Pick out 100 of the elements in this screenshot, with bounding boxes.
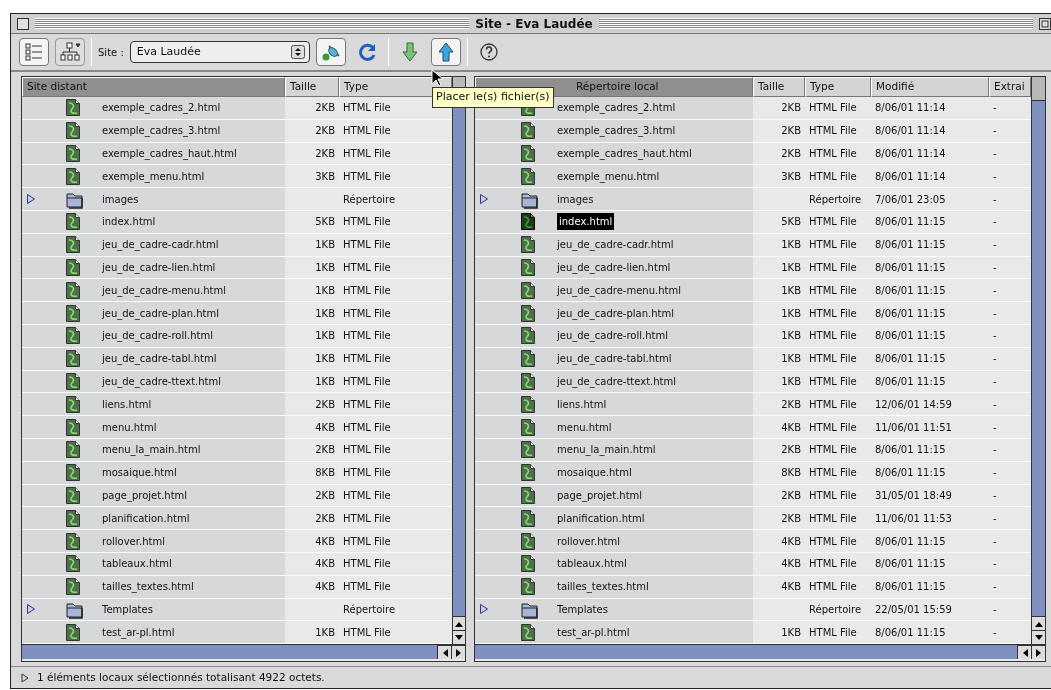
file-size: 1KB xyxy=(781,374,801,389)
file-size: 3KB xyxy=(781,169,801,184)
file-modified: 8/06/01 11:15 xyxy=(875,283,946,298)
file-modified: 8/06/01 11:15 xyxy=(875,374,946,389)
file-size: 2KB xyxy=(781,101,801,116)
file-modified: 8/06/01 11:15 xyxy=(875,352,946,367)
file-extract: - xyxy=(993,602,997,617)
file-extract: - xyxy=(993,443,997,458)
file-type: HTML File xyxy=(343,511,391,526)
file-type: HTML File xyxy=(343,329,391,344)
file-size: 2KB xyxy=(781,443,801,458)
file-modified: 11/06/01 11:51 xyxy=(875,420,952,435)
file-size: 4KB xyxy=(781,580,801,595)
file-extract: - xyxy=(993,397,997,412)
file-type: HTML File xyxy=(343,466,391,481)
file-extract: - xyxy=(993,580,997,595)
file-size: 2KB xyxy=(315,488,335,503)
file-extract: - xyxy=(993,101,997,116)
file-type: Répertoire xyxy=(809,192,862,207)
file-size: 2KB xyxy=(315,511,335,526)
file-modified: 31/05/01 18:49 xyxy=(875,488,952,503)
file-size: 2KB xyxy=(315,101,335,116)
status-text: 1 éléments locaux sélectionnés totalisant 4922 octets. xyxy=(37,669,325,685)
file-extract: - xyxy=(993,488,997,503)
file-size: 1KB xyxy=(781,329,801,344)
file-type: Répertoire xyxy=(343,602,396,617)
file-size: 2KB xyxy=(315,397,335,412)
file-size: 2KB xyxy=(315,147,335,161)
file-type: HTML File xyxy=(809,534,857,549)
file-modified: 8/06/01 11:15 xyxy=(875,557,946,572)
file-modified: 8/06/01 11:15 xyxy=(875,466,946,481)
file-extract: - xyxy=(993,260,997,275)
file-type: HTML File xyxy=(809,283,857,298)
file-type: HTML File xyxy=(343,101,391,116)
file-type: HTML File xyxy=(809,580,857,595)
file-type: HTML File xyxy=(809,443,857,458)
file-type: HTML File xyxy=(809,557,857,572)
file-extract: - xyxy=(993,625,997,640)
file-type: Répertoire xyxy=(343,192,396,207)
file-type: HTML File xyxy=(343,306,391,321)
file-size: 2KB xyxy=(781,511,801,526)
file-type: HTML File xyxy=(343,443,391,458)
file-size: 1KB xyxy=(315,283,335,298)
file-size: 8KB xyxy=(781,466,801,481)
file-size: 2KB xyxy=(781,397,801,412)
file-size: 1KB xyxy=(315,238,335,253)
file-size: 1KB xyxy=(315,306,335,321)
file-size: 1KB xyxy=(781,352,801,367)
file-size: 1KB xyxy=(781,260,801,275)
file-modified: 12/06/01 14:59 xyxy=(875,397,952,412)
file-type: HTML File xyxy=(809,215,857,230)
file-extract: - xyxy=(993,352,997,367)
file-type: HTML File xyxy=(343,557,391,572)
file-modified: 8/06/01 11:15 xyxy=(875,238,946,253)
file-modified: 8/06/01 11:15 xyxy=(875,443,946,458)
file-size: 2KB xyxy=(781,124,801,139)
file-size: 4KB xyxy=(315,580,335,595)
file-modified: 8/06/01 11:15 xyxy=(875,329,946,344)
file-type: HTML File xyxy=(343,534,391,549)
file-extract: - xyxy=(993,534,997,549)
file-extract: - xyxy=(993,374,997,389)
file-size: 2KB xyxy=(781,147,801,161)
file-modified: 8/06/01 11:14 xyxy=(875,124,946,139)
file-size: 2KB xyxy=(315,124,335,139)
file-size: 4KB xyxy=(781,420,801,435)
file-extract: - xyxy=(993,283,997,298)
file-type: HTML File xyxy=(809,466,857,481)
file-size: 4KB xyxy=(315,557,335,572)
site-label: Site : xyxy=(98,45,124,60)
file-type: HTML File xyxy=(809,329,857,344)
file-type: HTML File xyxy=(809,101,857,116)
file-size: 2KB xyxy=(315,443,335,458)
file-modified: 22/05/01 15:59 xyxy=(875,602,952,617)
file-size: 1KB xyxy=(315,352,335,367)
file-type: HTML File xyxy=(809,169,857,184)
file-size: 4KB xyxy=(315,420,335,435)
file-type: HTML File xyxy=(809,147,857,161)
file-size: 8KB xyxy=(315,466,335,481)
file-type: HTML File xyxy=(809,511,857,526)
file-type: HTML File xyxy=(343,238,391,253)
file-type: HTML File xyxy=(343,352,391,367)
file-modified: 11/06/01 11:53 xyxy=(875,511,952,526)
file-modified: 8/06/01 11:15 xyxy=(875,306,946,321)
file-modified: 8/06/01 11:15 xyxy=(875,625,946,640)
file-extract: - xyxy=(993,329,997,344)
file-type: HTML File xyxy=(809,397,857,412)
file-modified: 8/06/01 11:15 xyxy=(875,534,946,549)
file-extract: - xyxy=(993,420,997,435)
file-extract: - xyxy=(993,306,997,321)
file-modified: 8/06/01 11:14 xyxy=(875,101,946,116)
file-size: 1KB xyxy=(315,374,335,389)
file-extract: - xyxy=(993,557,997,572)
file-size: 1KB xyxy=(781,306,801,321)
file-extract: - xyxy=(993,511,997,526)
file-type: HTML File xyxy=(343,488,391,503)
file-modified: 8/06/01 11:15 xyxy=(875,260,946,275)
file-type: Répertoire xyxy=(809,602,862,617)
file-type: HTML File xyxy=(343,283,391,298)
file-type: HTML File xyxy=(343,169,391,184)
file-size: 1KB xyxy=(315,625,335,640)
